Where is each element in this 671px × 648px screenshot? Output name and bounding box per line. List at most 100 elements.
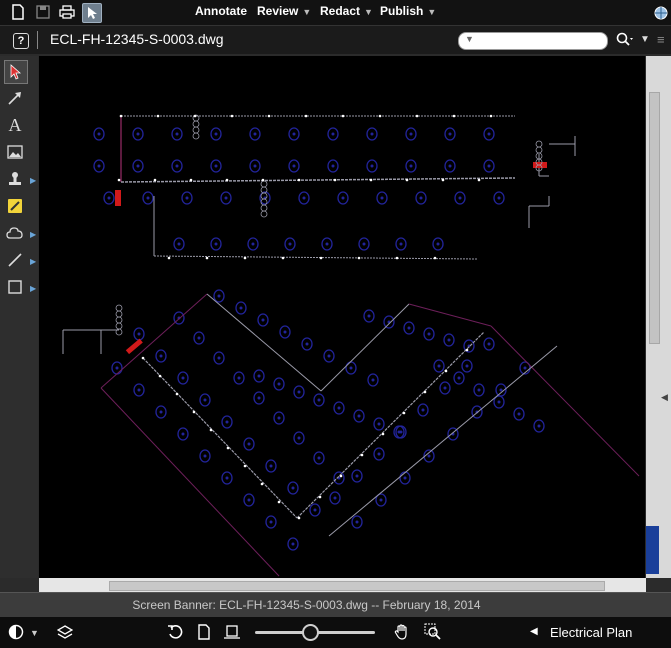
screen-banner: Screen Banner: ECL-FH-12345-S-0003.dwg -…	[0, 592, 671, 617]
conduit-stack	[535, 140, 543, 148]
junction-point	[297, 516, 301, 520]
junction-point	[378, 114, 382, 118]
wire-run	[120, 177, 516, 183]
junction-point	[433, 256, 437, 260]
conduit-stack	[115, 304, 123, 312]
junction-point	[297, 178, 301, 182]
help-icon[interactable]: ?	[13, 33, 29, 49]
contrast-toggle-icon[interactable]	[7, 623, 25, 641]
search-dropdown-icon[interactable]: ▼	[640, 34, 650, 45]
drawing-canvas[interactable]	[39, 56, 645, 578]
light-fixture-center	[427, 454, 431, 458]
line-tool-icon[interactable]	[4, 249, 26, 271]
light-fixture-center	[225, 476, 229, 480]
light-fixture-center	[370, 164, 374, 168]
wire-run	[100, 293, 208, 389]
rectangle-tool-icon[interactable]	[4, 276, 26, 298]
light-fixture-center	[349, 366, 353, 370]
light-fixture-center	[499, 388, 503, 392]
image-stamp-icon[interactable]	[4, 141, 26, 163]
junction-point	[423, 390, 427, 394]
light-fixture-center	[292, 132, 296, 136]
menu-review[interactable]: Review ▼	[257, 4, 311, 18]
menu-publish[interactable]: Publish ▼	[380, 4, 436, 18]
light-fixture-center	[355, 520, 359, 524]
previous-layout-arrow-icon[interactable]: ◀	[530, 626, 538, 637]
globe-icon[interactable]	[652, 4, 670, 22]
light-fixture-center	[331, 132, 335, 136]
fit-width-icon[interactable]	[223, 623, 241, 641]
layout-name[interactable]: Electrical Plan	[550, 625, 632, 640]
light-fixture-center	[251, 242, 255, 246]
junction-point	[230, 114, 234, 118]
menu-redact-label: Redact	[320, 4, 361, 18]
horizontal-scroll-thumb[interactable]	[109, 581, 605, 591]
light-fixture-center	[177, 242, 181, 246]
select-pointer-icon[interactable]	[82, 3, 102, 23]
light-fixture-center	[337, 406, 341, 410]
vertical-scrollbar[interactable]: ◀	[646, 56, 671, 578]
vertical-scroll-thumb[interactable]	[649, 92, 660, 344]
light-fixture-center	[399, 242, 403, 246]
light-fixture-center	[137, 388, 141, 392]
horizontal-scrollbar[interactable]	[39, 578, 646, 592]
menu-publish-label: Publish	[380, 4, 424, 18]
conduit-stack	[260, 210, 268, 218]
light-fixture-center	[419, 196, 423, 200]
light-fixture-center	[292, 164, 296, 168]
junction-point	[395, 256, 399, 260]
arrow-tool-icon[interactable]	[4, 87, 26, 109]
light-fixture-center	[487, 342, 491, 346]
light-fixture-center	[137, 332, 141, 336]
search-options-chevron-icon[interactable]: ▼	[465, 34, 474, 44]
junction-point	[452, 114, 456, 118]
fit-page-icon[interactable]	[195, 623, 213, 641]
rectangle-flyout-arrow-icon[interactable]: ▶	[30, 284, 36, 293]
search-input[interactable]: ▼	[458, 32, 608, 50]
light-fixture-center	[297, 436, 301, 440]
cloud-shape-icon[interactable]	[4, 222, 26, 244]
wire-run	[328, 345, 558, 537]
rotate-icon[interactable]	[166, 623, 184, 641]
layers-icon[interactable]	[56, 623, 74, 641]
print-icon[interactable]	[58, 3, 76, 21]
zoom-window-icon[interactable]	[424, 623, 442, 641]
light-fixture-center	[136, 132, 140, 136]
cloud-flyout-arrow-icon[interactable]: ▶	[30, 230, 36, 239]
search-icon[interactable]	[616, 32, 634, 53]
light-fixture-center	[203, 454, 207, 458]
junction-point	[243, 256, 247, 260]
menu-annotate[interactable]: Annotate	[195, 4, 247, 18]
select-annotation-icon[interactable]	[4, 60, 28, 84]
text-tool-icon[interactable]: A	[4, 114, 26, 136]
junction-point	[402, 411, 406, 415]
light-fixture-center	[437, 364, 441, 368]
conduit-stack	[192, 126, 200, 134]
panel-device	[125, 338, 143, 355]
pan-hand-icon[interactable]	[393, 623, 411, 641]
menu-redact[interactable]: Redact ▼	[320, 4, 373, 18]
stamp-flyout-arrow-icon[interactable]: ▶	[30, 176, 36, 185]
light-fixture-center	[371, 378, 375, 382]
chevron-down-icon: ▼	[427, 7, 437, 17]
junction-point	[319, 256, 323, 260]
light-fixture-center	[225, 420, 229, 424]
light-fixture-center	[523, 366, 527, 370]
stamp-icon[interactable]	[4, 168, 26, 190]
junction-point	[489, 114, 493, 118]
new-document-icon[interactable]	[9, 3, 27, 21]
contrast-dropdown-icon[interactable]: ▼	[30, 628, 39, 638]
panel-collapse-arrow-icon[interactable]: ◀	[661, 392, 668, 403]
line-flyout-arrow-icon[interactable]: ▶	[30, 257, 36, 266]
junction-point	[405, 178, 409, 182]
zoom-slider-handle[interactable]	[302, 624, 319, 641]
light-fixture-center	[181, 432, 185, 436]
light-fixture-center	[377, 452, 381, 456]
light-fixture-center	[448, 132, 452, 136]
minimap-preview[interactable]	[646, 526, 659, 574]
light-fixture-center	[277, 382, 281, 386]
save-icon[interactable]	[34, 3, 52, 21]
panel-menu-icon[interactable]: ≡	[657, 32, 665, 47]
highlighter-icon[interactable]	[4, 195, 26, 217]
junction-point	[333, 178, 337, 182]
